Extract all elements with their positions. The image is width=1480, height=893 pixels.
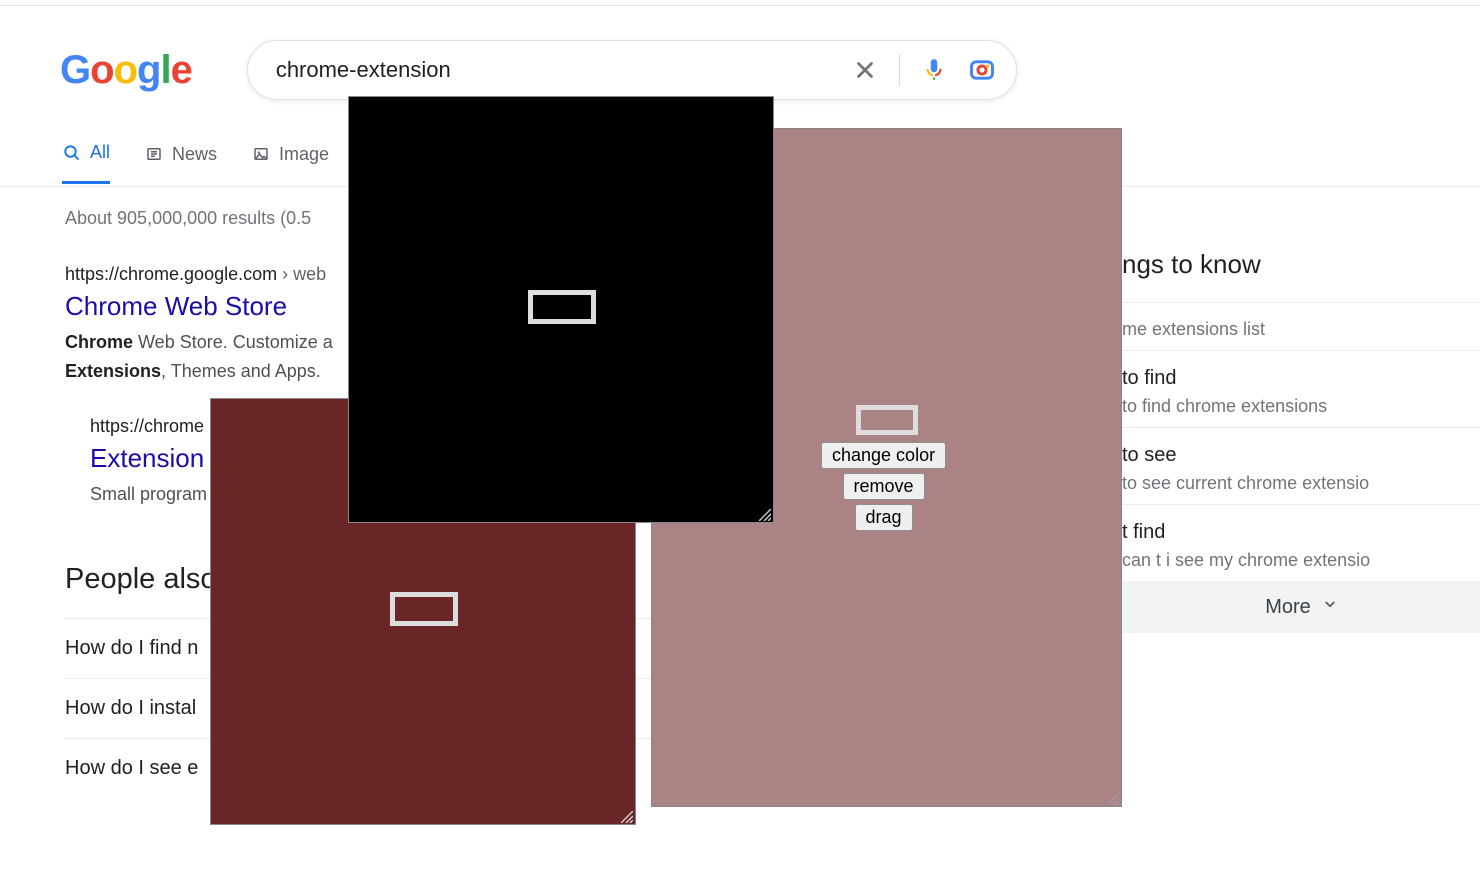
knowledge-sidebar: ngs to know me extensions list to find t… xyxy=(1122,249,1480,633)
top-divider xyxy=(0,5,1480,6)
search-tabs: All News Image xyxy=(62,142,329,184)
header: Google xyxy=(60,40,1017,100)
sidebar-more-label: More xyxy=(1265,596,1311,619)
chevron-down-icon xyxy=(1321,595,1339,619)
sidebar-block-sub: me extensions list xyxy=(1122,319,1480,340)
sidebar-block-sub: can t i see my chrome extensio xyxy=(1122,550,1480,571)
resize-handle-icon[interactable] xyxy=(759,508,771,520)
clear-icon[interactable] xyxy=(851,56,879,84)
sidebar-more-button[interactable]: More xyxy=(1122,581,1480,633)
lens-icon[interactable] xyxy=(968,56,996,84)
microphone-icon[interactable] xyxy=(920,56,948,84)
overlay-context-menu: change color remove drag xyxy=(821,442,946,531)
search-icon xyxy=(62,143,82,163)
tab-images[interactable]: Image xyxy=(251,144,329,183)
sidebar-block[interactable]: to find to find chrome extensions xyxy=(1122,351,1480,427)
tab-news[interactable]: News xyxy=(144,144,217,183)
sidebar-block[interactable]: to see to see current chrome extensio xyxy=(1122,428,1480,504)
drag-button[interactable]: drag xyxy=(855,504,913,531)
resize-handle-icon[interactable] xyxy=(1107,792,1119,804)
search-input[interactable] xyxy=(276,57,851,83)
tab-all[interactable]: All xyxy=(62,142,110,184)
overlay-handle-icon[interactable] xyxy=(856,405,918,435)
sidebar-block[interactable]: me extensions list xyxy=(1122,303,1480,350)
tab-news-label: News xyxy=(172,144,217,165)
tab-all-label: All xyxy=(90,142,110,163)
sidebar-block-title: t find xyxy=(1122,521,1480,544)
remove-button[interactable]: remove xyxy=(843,473,925,500)
sidebar-block-title: to see xyxy=(1122,444,1480,467)
search-icon-divider xyxy=(899,54,900,86)
search-box[interactable] xyxy=(247,40,1017,100)
overlay-box-black[interactable] xyxy=(348,96,774,523)
change-color-button[interactable]: change color xyxy=(821,442,946,469)
tab-images-label: Image xyxy=(279,144,329,165)
google-logo[interactable]: Google xyxy=(60,48,192,93)
sidebar-block-title: to find xyxy=(1122,367,1480,390)
image-icon xyxy=(251,144,271,164)
resize-handle-icon[interactable] xyxy=(621,810,633,822)
sidebar-heading: ngs to know xyxy=(1122,249,1480,280)
overlay-handle-icon[interactable] xyxy=(390,592,458,626)
sidebar-block-sub: to find chrome extensions xyxy=(1122,396,1480,417)
sidebar-block-sub: to see current chrome extensio xyxy=(1122,473,1480,494)
overlay-handle-icon[interactable] xyxy=(528,290,596,324)
sidebar-block[interactable]: t find can t i see my chrome extensio xyxy=(1122,505,1480,581)
news-icon xyxy=(144,144,164,164)
